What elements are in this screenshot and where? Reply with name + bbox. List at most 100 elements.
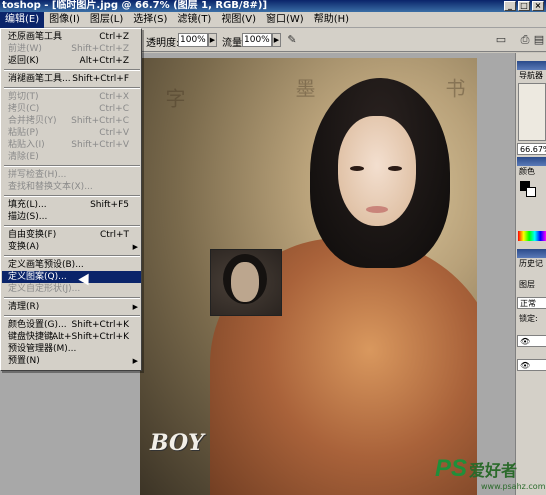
blend-mode-select[interactable]: 正常 — [517, 297, 546, 309]
edit-menu-item[interactable]: 预设管理器(M)... — [2, 343, 141, 355]
menu-item-label: 填充(L)... — [8, 200, 47, 210]
tab-navigator[interactable]: 导航器 — [517, 70, 546, 82]
menu-item-label: 合并拷贝(Y) — [8, 116, 57, 126]
flow-input[interactable]: 100% — [242, 33, 272, 47]
edit-menu-item[interactable]: 填充(L)... Shift+F5 — [2, 199, 141, 211]
menu-item-label: 定义画笔预设(B)... — [8, 260, 84, 270]
navigator-preview — [518, 83, 546, 141]
calligraphy-decoration: 墨 — [292, 78, 316, 98]
maximize-button[interactable]: □ — [518, 1, 530, 11]
menu-item-label: 粘贴(P) — [8, 128, 39, 138]
menu-item-shortcut: Shift+Ctrl+F — [72, 74, 129, 84]
menu-item-shortcut: Shift+Ctrl+V — [71, 140, 129, 150]
edit-menu-item[interactable]: 变换(A) ▶ — [2, 241, 141, 253]
history-palette-header — [517, 249, 546, 258]
menu-item[interactable]: 窗口(W) — [261, 12, 309, 28]
menu-item-label: 颜色设置(G)... — [8, 320, 67, 330]
palette-well-icon[interactable]: ▭ — [494, 33, 508, 47]
menu-item[interactable]: 图层(L) — [85, 12, 128, 28]
menu-separator — [4, 297, 140, 299]
menu-item-label: 清理(R) — [8, 302, 40, 312]
edit-menu-item[interactable]: 剪切(T) Ctrl+X — [2, 91, 141, 103]
layer-row[interactable]: 👁 — [517, 335, 546, 347]
menu-item-shortcut: Ctrl+V — [99, 128, 129, 138]
submenu-arrow-icon: ▶ — [132, 303, 138, 311]
menu-item-label: 定义自定形状(J)... — [8, 284, 81, 294]
edit-menu-item[interactable]: 消褪画笔工具... Shift+Ctrl+F — [2, 73, 141, 85]
edit-menu-item[interactable]: 返回(K) Alt+Ctrl+Z — [2, 55, 141, 67]
menu-item-shortcut: Shift+Ctrl+K — [71, 320, 129, 330]
tab-color[interactable]: 颜色 — [517, 166, 546, 178]
browse-icon[interactable]: ▤ — [532, 33, 546, 47]
menu-item-label: 描边(S)... — [8, 212, 48, 222]
menu-item[interactable]: 图像(I) — [44, 12, 85, 28]
edit-menu-item[interactable]: 查找和替换文本(X)... — [2, 181, 141, 193]
calligraphy-decoration: 字 — [162, 88, 186, 108]
menu-item-shortcut: Alt+Ctrl+Z — [79, 56, 129, 66]
layer-row[interactable]: 👁 — [517, 359, 546, 371]
opacity-arrow-icon[interactable]: ▶ — [208, 33, 217, 47]
airbrush-icon[interactable]: ✎ — [285, 33, 299, 47]
opacity-label: 透明度: — [146, 38, 180, 49]
menu-item[interactable]: 编辑(E) — [0, 11, 45, 28]
tab-history[interactable]: 历史记 — [517, 258, 546, 270]
menu-item-label: 消褪画笔工具... — [8, 74, 71, 84]
flow-arrow-icon[interactable]: ▶ — [272, 33, 281, 47]
calligraphy-decoration: 书 — [442, 78, 466, 98]
edit-menu-item[interactable]: 还原画笔工具 Ctrl+Z — [2, 31, 141, 43]
edit-menu-item[interactable]: 键盘快捷键... Alt+Shift+Ctrl+K — [2, 331, 141, 343]
menu-item[interactable]: 帮助(H) — [309, 12, 354, 28]
minimize-button[interactable]: _ — [504, 1, 516, 11]
portrait-lips — [366, 206, 388, 213]
menu-item[interactable]: 滤镜(T) — [172, 12, 216, 28]
edit-menu-item[interactable]: 定义画笔预设(B)... — [2, 259, 141, 271]
edit-menu-item[interactable]: 拷贝(C) Ctrl+C — [2, 103, 141, 115]
edit-menu-item[interactable]: 定义自定形状(J)... — [2, 283, 141, 295]
menu-item-label: 拼写检查(H)... — [8, 170, 67, 180]
menu-item-label: 定义图案(Q)... — [8, 272, 67, 282]
edit-menu-item[interactable]: 粘贴入(I) Shift+Ctrl+V — [2, 139, 141, 151]
edit-menu-item[interactable]: 自由变换(F) Ctrl+T — [2, 229, 141, 241]
menu-item-label: 预设管理器(M)... — [8, 344, 77, 354]
opacity-input[interactable]: 100% — [178, 33, 208, 47]
tab-layers[interactable]: 图层 — [517, 279, 546, 291]
watermark-text: BOY — [150, 430, 204, 456]
menu-item-label: 清除(E) — [8, 152, 39, 162]
navigator-palette-header — [517, 61, 546, 70]
menu-item[interactable]: 选择(S) — [128, 12, 172, 28]
thumb-face — [231, 262, 259, 302]
close-button[interactable]: × — [532, 1, 544, 11]
menu-item-label: 剪切(T) — [8, 92, 39, 102]
print-icon[interactable]: ⎙ — [518, 33, 532, 47]
edit-menu-item[interactable]: 合并拷贝(Y) Shift+Ctrl+C — [2, 115, 141, 127]
edit-menu-item[interactable]: 清理(R) ▶ — [2, 301, 141, 313]
edit-menu-item[interactable]: 定义图案(Q)... — [2, 271, 141, 283]
portrait-eye — [350, 166, 364, 171]
menu-item-shortcut: Ctrl+Z — [99, 32, 129, 42]
edit-menu-item[interactable]: 颜色设置(G)... Shift+Ctrl+K — [2, 319, 141, 331]
submenu-arrow-icon: ▶ — [132, 357, 138, 365]
document-canvas[interactable]: 墨 书 字 BOY — [140, 58, 477, 495]
menu-item-label: 前进(W) — [8, 44, 42, 54]
site-logo-cn: 爱好者 — [469, 461, 518, 480]
edit-menu-item[interactable]: 清除(E) — [2, 151, 141, 163]
color-palette-header — [517, 157, 546, 166]
edit-menu-item[interactable]: 描边(S)... — [2, 211, 141, 223]
edit-menu-item[interactable]: 预置(N) ▶ — [2, 355, 141, 367]
edit-menu-item[interactable]: 拼写检查(H)... — [2, 169, 141, 181]
menu-separator — [4, 87, 140, 89]
menu-item-label: 变换(A) — [8, 242, 40, 252]
background-color-swatch[interactable] — [526, 187, 536, 197]
edit-menu-item[interactable]: 前进(W) Shift+Ctrl+Z — [2, 43, 141, 55]
edit-menu-item[interactable]: 粘贴(P) Ctrl+V — [2, 127, 141, 139]
zoom-input[interactable]: 66.67% — [517, 143, 546, 155]
menu-item[interactable]: 视图(V) — [216, 12, 261, 28]
menu-bar: 编辑(E) 图像(I) 图层(L) 选择(S) 滤镜(T) 视图(V) 窗口(W) 帮助(H) — [0, 11, 546, 28]
menu-item-label: 自由变换(F) — [8, 230, 57, 240]
color-ramp[interactable] — [518, 231, 546, 241]
menu-item-label: 返回(K) — [8, 56, 39, 66]
menu-item-shortcut: Shift+Ctrl+C — [71, 116, 129, 126]
menu-separator — [4, 255, 140, 257]
submenu-arrow-icon: ▶ — [132, 243, 138, 251]
menu-item-shortcut: Alt+Shift+Ctrl+K — [51, 332, 129, 342]
